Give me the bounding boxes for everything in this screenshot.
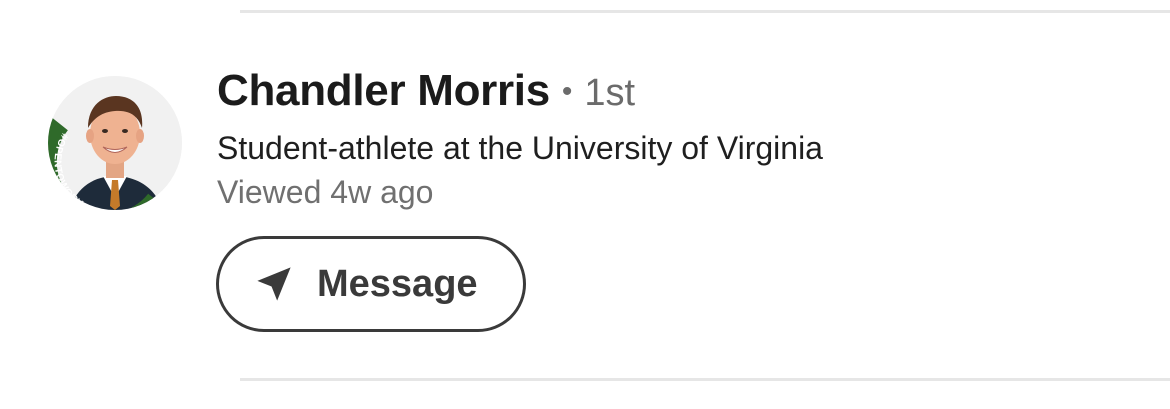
viewed-timestamp: Viewed 4w ago: [217, 174, 434, 210]
profile-info: Chandler Morris • 1st Student-athlete at…: [217, 66, 1117, 214]
top-divider: [240, 10, 1170, 13]
avatar[interactable]: #OPENTOWORK: [48, 76, 182, 210]
send-icon: [253, 263, 295, 305]
profile-card: #OPENTOWORK Chandler Morris • 1st Studen…: [0, 0, 1170, 409]
avatar-image: #OPENTOWORK: [48, 76, 182, 210]
message-button-label: Message: [317, 262, 478, 305]
bottom-divider: [240, 378, 1170, 381]
connection-degree: 1st: [584, 72, 636, 114]
separator-dot: •: [561, 75, 573, 108]
profile-name[interactable]: Chandler Morris: [217, 66, 550, 116]
profile-headline: Student-athlete at the University of Vir…: [217, 130, 823, 166]
name-row: Chandler Morris • 1st: [217, 66, 1117, 124]
message-button[interactable]: Message: [216, 236, 526, 332]
